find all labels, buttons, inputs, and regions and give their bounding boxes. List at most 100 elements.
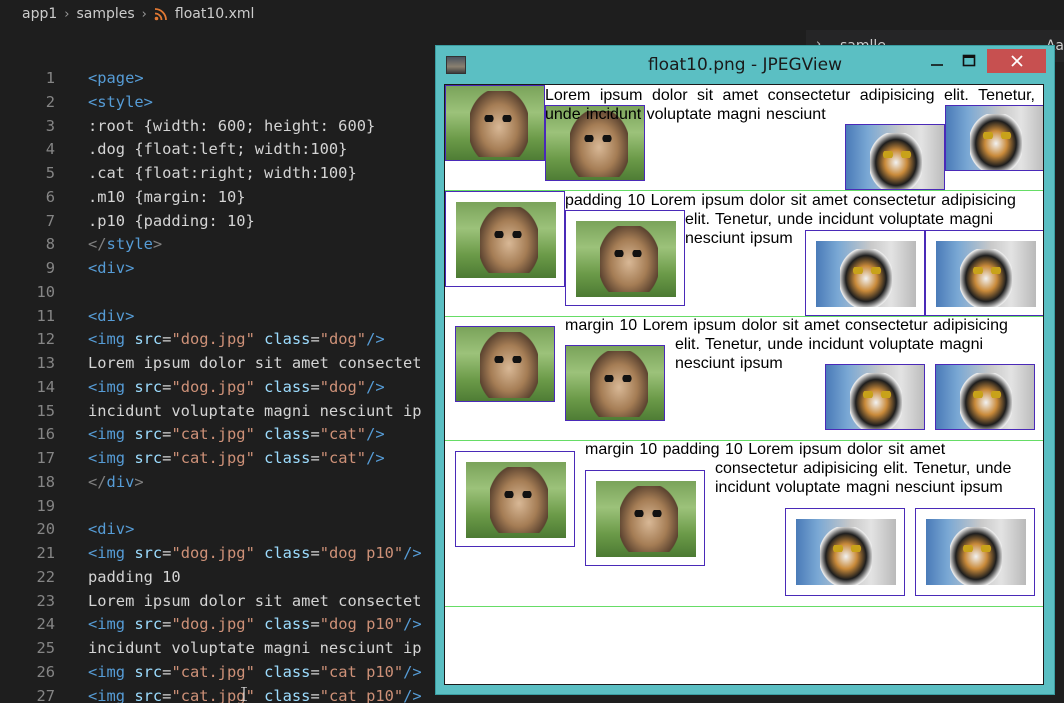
code-line[interactable]: 9 <div>: [0, 256, 440, 280]
code-text[interactable]: Lorem ipsum dolor sit amet consectet: [88, 351, 422, 375]
code-text[interactable]: <img src="cat.jpg" class="cat"/>: [88, 446, 385, 470]
code-token: style: [106, 235, 153, 254]
text-cursor-icon: [241, 686, 247, 702]
code-token: =: [310, 686, 320, 703]
code-token: Lorem ipsum dolor sit amet consectet: [88, 591, 422, 610]
code-token: class: [254, 662, 311, 681]
code-line[interactable]: 5 .cat {float:right; width:100}: [0, 161, 440, 185]
lorem-text-line: consectetur adipisicing elit. Tenetur, u…: [715, 460, 1012, 477]
breadcrumb-app1[interactable]: app1: [22, 6, 57, 22]
close-button[interactable]: [987, 49, 1046, 73]
line-number: 12: [36, 330, 55, 349]
code-text[interactable]: .cat {float:right; width:100}: [88, 161, 357, 185]
code-line[interactable]: 24 <img src="dog.jpg" class="dog p10"/>: [0, 612, 440, 636]
code-line[interactable]: 22 padding 10: [0, 565, 440, 589]
code-line[interactable]: 14 <img src="dog.jpg" class="dog"/>: [0, 375, 440, 399]
code-text[interactable]: :root {width: 600; height: 600}: [88, 114, 375, 138]
line-number: 26: [36, 662, 55, 681]
code-line[interactable]: 25 incidunt voluptate magni nesciunt ip: [0, 636, 440, 660]
code-text[interactable]: incidunt voluptate magni nesciunt ip: [88, 399, 422, 423]
code-text[interactable]: <div>: [88, 304, 134, 328]
line-number: 20: [36, 520, 55, 539]
code-line[interactable]: 2 <style>: [0, 90, 440, 114]
code-text[interactable]: <div>: [88, 256, 134, 280]
code-token: "cat": [319, 449, 367, 467]
code-text[interactable]: <img src="dog.jpg" class="dog p10"/>: [88, 612, 422, 636]
code-line[interactable]: 10: [0, 280, 440, 304]
code-line[interactable]: 21 <img src="dog.jpg" class="dog p10"/>: [0, 541, 440, 565]
code-line[interactable]: 11 <div>: [0, 304, 440, 328]
code-line[interactable]: 23 Lorem ipsum dolor sit amet consectet: [0, 589, 440, 613]
code-line[interactable]: 15 incidunt voluptate magni nesciunt ip: [0, 399, 440, 423]
code-text[interactable]: <page>: [88, 66, 144, 90]
code-line[interactable]: 4 .dog {float:left; width:100}: [0, 137, 440, 161]
line-number: 15: [36, 401, 55, 420]
line-number: 1: [45, 69, 55, 87]
code-line[interactable]: 12 <img src="dog.jpg" class="dog"/>: [0, 327, 440, 351]
title-bar[interactable]: float10.png - JPEGView: [436, 46, 1054, 84]
line-number: 2: [45, 92, 55, 111]
code-text[interactable]: <img src="dog.jpg" class="dog"/>: [88, 327, 385, 351]
code-token: <img: [88, 425, 135, 444]
code-token: incidunt voluptate magni nesciunt ip: [88, 639, 422, 657]
code-token: "cat p10": [319, 686, 404, 703]
code-text[interactable]: <img src="cat.jpg" class="cat p10"/>: [88, 660, 422, 684]
code-text[interactable]: <img src="dog.jpg" class="dog p10"/>: [88, 541, 422, 565]
code-line[interactable]: 1 <page>: [0, 66, 440, 90]
image-viewer-window[interactable]: float10.png - JPEGView Lorem ipsum dolor…: [435, 45, 1055, 695]
code-text[interactable]: <img src="dog.jpg" class="dog"/>: [88, 375, 385, 399]
code-token: "dog.jpg": [171, 377, 255, 396]
line-number: 9: [45, 259, 55, 277]
code-text[interactable]: </div>: [88, 470, 144, 494]
code-line[interactable]: 19: [0, 494, 440, 518]
code-token: Lorem ipsum dolor sit amet consectet: [88, 354, 422, 372]
code-token: class: [254, 686, 311, 703]
code-text[interactable]: .m10 {margin: 10}: [88, 185, 246, 209]
code-line[interactable]: 18 </div>: [0, 470, 440, 494]
code-text[interactable]: padding 10: [88, 565, 181, 589]
code-text[interactable]: <img src="cat.jpg" class="cat p10"/>: [88, 684, 422, 703]
code-editor[interactable]: 1 <page> 2 <style> 3:root {width: 600; heigh…: [0, 66, 440, 703]
line-number: 17: [36, 449, 55, 467]
code-text[interactable]: Lorem ipsum dolor sit amet consectet: [88, 589, 422, 613]
code-line[interactable]: 13 Lorem ipsum dolor sit amet consectet: [0, 351, 440, 375]
code-token: />: [366, 449, 385, 467]
code-line[interactable]: 8 </style>: [0, 232, 440, 256]
code-text[interactable]: </style>: [88, 232, 162, 256]
code-text[interactable]: .dog {float:left; width:100}: [88, 137, 347, 161]
code-token: src: [134, 449, 163, 467]
breadcrumb-file[interactable]: float10.xml: [175, 6, 255, 22]
code-line[interactable]: 3:root {width: 600; height: 600}: [0, 114, 440, 138]
line-number: 16: [36, 425, 55, 444]
code-text[interactable]: <style>: [88, 90, 153, 114]
maximize-button[interactable]: [955, 48, 983, 74]
code-token: />: [403, 544, 422, 562]
breadcrumb-samples[interactable]: samples: [76, 6, 134, 22]
image-canvas[interactable]: Lorem ipsum dolor sit amet consectetur a…: [444, 84, 1044, 685]
code-line[interactable]: 17 <img src="cat.jpg" class="cat"/>: [0, 446, 440, 470]
code-text[interactable]: <img src="cat.jpg" class="cat"/>: [88, 422, 385, 446]
code-line[interactable]: 6 .m10 {margin: 10}: [0, 185, 440, 209]
code-token: src: [134, 330, 163, 349]
dog-image: [445, 85, 545, 161]
code-token: src: [134, 544, 163, 562]
lorem-text-line: incidunt voluptate magni nesciunt ipsum: [715, 479, 1003, 496]
code-token: />: [403, 686, 422, 703]
cat-image: [925, 230, 1043, 316]
code-line[interactable]: 27 <img src="cat.jpg" class="cat p10"/>: [0, 684, 440, 703]
code-token: <img: [88, 330, 135, 349]
code-token: "cat.jpg": [171, 425, 255, 444]
float-section-2: padding 10 Lorem ipsum dolor sit amet co…: [445, 191, 1043, 317]
code-line[interactable]: 20 <div>: [0, 517, 440, 541]
code-text[interactable]: .p10 {padding: 10}: [88, 209, 255, 233]
code-line[interactable]: 16 <img src="cat.jpg" class="cat"/>: [0, 422, 440, 446]
code-text[interactable]: <div>: [88, 517, 134, 541]
minimize-button[interactable]: [923, 48, 951, 74]
code-token: >: [134, 472, 144, 491]
cat-image: [845, 124, 945, 190]
line-number: 21: [36, 544, 55, 562]
code-text[interactable]: incidunt voluptate magni nesciunt ip: [88, 636, 422, 660]
code-line[interactable]: 7 .p10 {padding: 10}: [0, 209, 440, 233]
code-token: />: [403, 615, 422, 634]
code-line[interactable]: 26 <img src="cat.jpg" class="cat p10"/>: [0, 660, 440, 684]
